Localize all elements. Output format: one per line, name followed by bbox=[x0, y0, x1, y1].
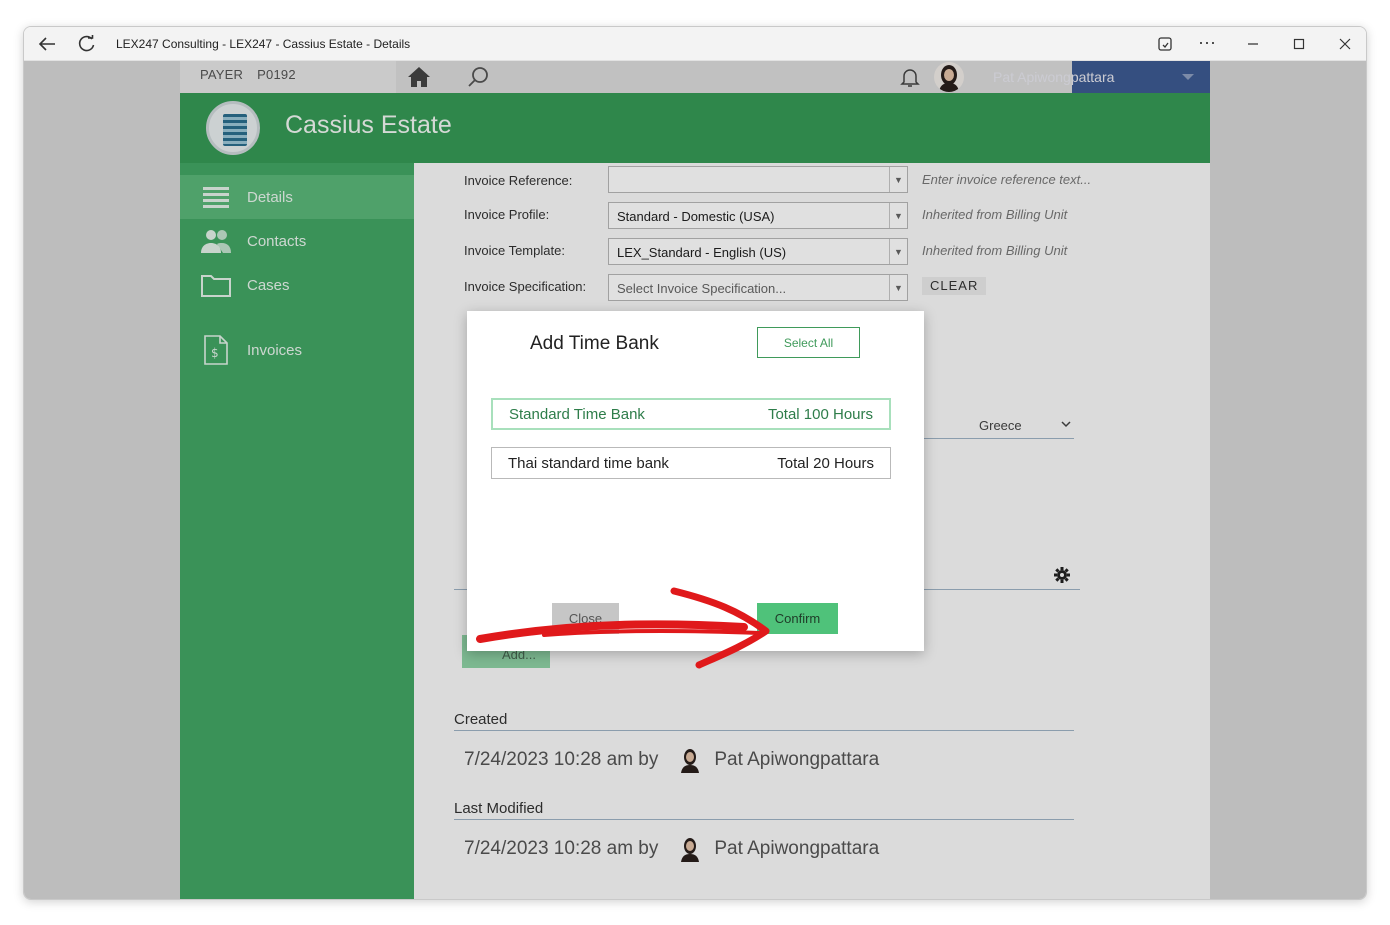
close-window-icon[interactable] bbox=[1330, 31, 1360, 57]
window-title: LEX247 Consulting - LEX247 - Cassius Est… bbox=[116, 37, 411, 51]
red-arrow-annotation bbox=[476, 587, 770, 669]
page-viewport: PAYER P0192 Pat Apiwongpattara Cassius E… bbox=[24, 61, 1366, 899]
minimize-icon[interactable] bbox=[1238, 31, 1268, 57]
refresh-icon[interactable] bbox=[72, 31, 102, 57]
browser-window: LEX247 Consulting - LEX247 - Cassius Est… bbox=[23, 26, 1367, 900]
cast-icon[interactable] bbox=[1150, 31, 1180, 57]
back-arrow-icon[interactable] bbox=[32, 31, 62, 57]
more-options-icon[interactable]: ··· bbox=[1192, 29, 1222, 55]
maximize-icon[interactable] bbox=[1284, 31, 1314, 57]
title-bar: LEX247 Consulting - LEX247 - Cassius Est… bbox=[24, 27, 1366, 61]
